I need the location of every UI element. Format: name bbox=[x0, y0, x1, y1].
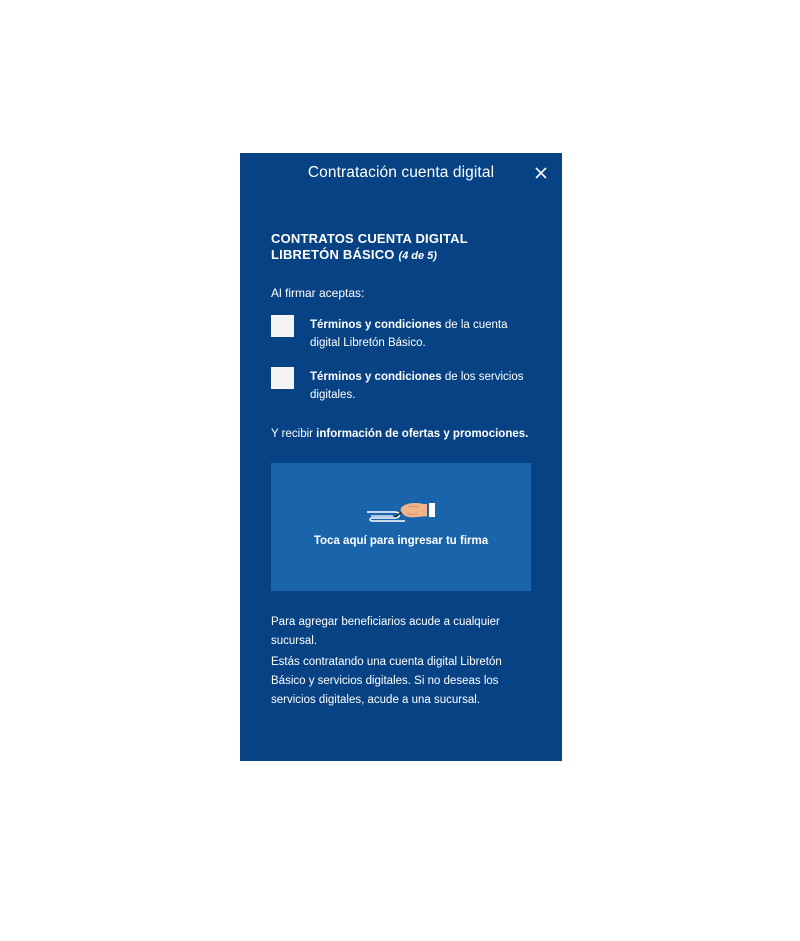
page-title: Contratación cuenta digital bbox=[307, 164, 495, 181]
services-note: Estás contratando una cuenta digital Lib… bbox=[271, 656, 502, 706]
signing-hand-icon bbox=[367, 503, 435, 522]
close-icon[interactable] bbox=[534, 166, 548, 180]
terms-digital-row: Términos y condiciones de los servicios … bbox=[271, 367, 531, 404]
section-title: CONTRATOS CUENTA DIGITAL LIBRETÓN BÁSICO… bbox=[271, 231, 531, 264]
intro-text: Al firmar aceptas: bbox=[271, 286, 365, 300]
terms-digital-checkbox[interactable] bbox=[271, 367, 294, 389]
terms-digital-link[interactable]: Términos y condiciones bbox=[310, 371, 442, 383]
terms-account-row: Términos y condiciones de la cuenta digi… bbox=[271, 315, 531, 352]
signature-button[interactable]: Toca aquí para ingresar tu firma bbox=[271, 463, 531, 591]
terms-account-link[interactable]: Términos y condiciones bbox=[310, 319, 442, 331]
terms-account-checkbox[interactable] bbox=[271, 315, 294, 337]
terms-digital-label: Términos y condiciones de los servicios … bbox=[310, 368, 531, 404]
offers-prefix: Y recibir bbox=[271, 428, 317, 440]
signature-label: Toca aquí para ingresar tu firma bbox=[313, 535, 489, 547]
section-title-line1: CONTRATOS CUENTA DIGITAL bbox=[271, 231, 468, 246]
step-indicator: (4 de 5) bbox=[398, 250, 437, 262]
beneficiaries-note: Para agregar beneficiarios acude a cualq… bbox=[271, 616, 500, 647]
offers-bold: información de ofertas y promociones. bbox=[316, 428, 529, 440]
footer-notes: Para agregar beneficiarios acude a cualq… bbox=[271, 613, 531, 710]
header: Contratación cuenta digital bbox=[240, 153, 562, 193]
content: CONTRATOS CUENTA DIGITAL LIBRETÓN BÁSICO… bbox=[240, 231, 562, 710]
terms-account-label: Términos y condiciones de la cuenta digi… bbox=[310, 316, 531, 352]
contract-screen: Contratación cuenta digital CONTRATOS CU… bbox=[240, 153, 562, 761]
section-title-line2: LIBRETÓN BÁSICO bbox=[271, 247, 395, 262]
offers-text: Y recibir información de ofertas y promo… bbox=[271, 427, 531, 441]
